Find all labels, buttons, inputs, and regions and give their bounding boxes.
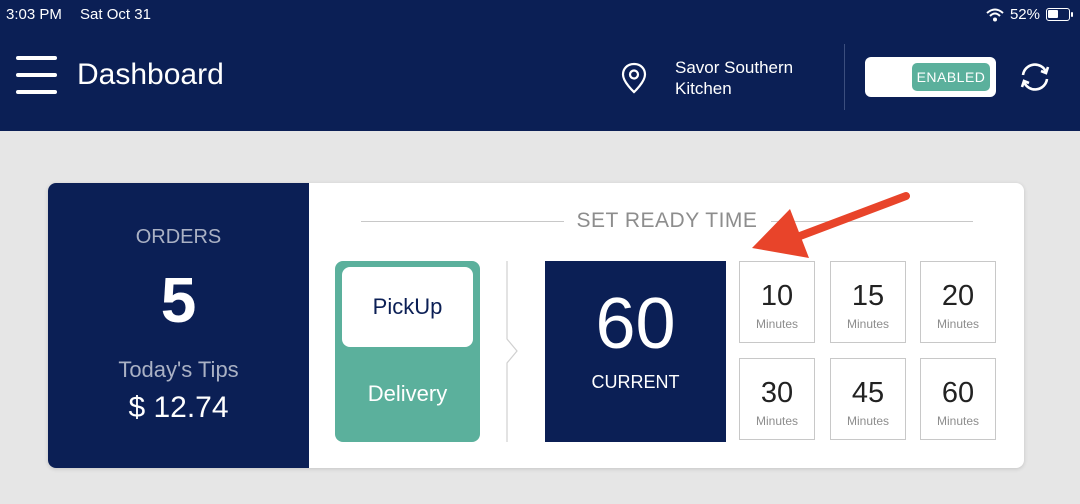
option-value: 60 xyxy=(941,377,975,409)
current-ready-time: 60 CURRENT xyxy=(545,261,726,442)
option-value: 10 xyxy=(760,280,794,312)
status-time: 3:03 PM xyxy=(6,6,62,23)
option-unit: Minutes xyxy=(936,414,980,428)
ready-time-option-45[interactable]: 45 Minutes xyxy=(830,358,906,440)
ready-time-option-15[interactable]: 15 Minutes xyxy=(830,261,906,343)
orders-panel: ORDERS 5 Today's Tips $ 12.74 xyxy=(48,183,309,468)
ready-time-option-10[interactable]: 10 Minutes xyxy=(739,261,815,343)
delivery-mode-button[interactable]: Delivery xyxy=(335,361,480,427)
option-value: 15 xyxy=(851,280,885,312)
battery-percent: 52% xyxy=(1009,6,1040,23)
ready-time-option-20[interactable]: 20 Minutes xyxy=(920,261,996,343)
current-ready-value: 60 xyxy=(595,284,676,364)
option-value: 20 xyxy=(941,280,975,312)
tips-value: $ 12.74 xyxy=(128,391,229,424)
current-ready-label: CURRENT xyxy=(591,372,680,392)
option-unit: Minutes xyxy=(755,317,799,331)
chevron-divider-icon xyxy=(506,261,518,442)
pickup-mode-button[interactable]: PickUp xyxy=(342,267,473,347)
option-value: 45 xyxy=(851,377,885,409)
location-pin-icon xyxy=(621,62,647,94)
app-header: 3:03 PM Sat Oct 31 52% Dashboard Savor S… xyxy=(0,0,1080,131)
order-mode-selector: PickUp Delivery xyxy=(335,261,480,442)
page-title: Dashboard xyxy=(77,58,224,91)
heading-rule-right xyxy=(771,221,973,222)
option-unit: Minutes xyxy=(846,414,890,428)
orders-label: ORDERS xyxy=(135,226,222,248)
refresh-icon[interactable] xyxy=(1018,62,1052,92)
header-divider xyxy=(844,44,845,110)
wifi-icon xyxy=(986,8,1004,21)
status-date: Sat Oct 31 xyxy=(80,6,151,23)
option-value: 30 xyxy=(760,377,794,409)
restaurant-name: Savor Southern Kitchen xyxy=(675,58,794,98)
ready-time-option-60[interactable]: 60 Minutes xyxy=(920,358,996,440)
toggle-label: ENABLED xyxy=(912,63,990,91)
enabled-toggle[interactable]: ENABLED xyxy=(865,57,996,97)
status-bar: 3:03 PM Sat Oct 31 xyxy=(6,6,165,23)
status-indicators: 52% xyxy=(986,6,1073,23)
battery-icon xyxy=(1046,8,1073,21)
tips-label: Today's Tips xyxy=(118,357,239,382)
dashboard-card: ORDERS 5 Today's Tips $ 12.74 SET READY … xyxy=(48,183,1024,468)
option-unit: Minutes xyxy=(936,317,980,331)
ready-time-option-30[interactable]: 30 Minutes xyxy=(739,358,815,440)
ready-time-heading-row: SET READY TIME xyxy=(361,209,973,233)
orders-count: 5 xyxy=(160,264,197,336)
hamburger-icon[interactable] xyxy=(16,56,57,97)
option-unit: Minutes xyxy=(755,414,799,428)
option-unit: Minutes xyxy=(846,317,890,331)
